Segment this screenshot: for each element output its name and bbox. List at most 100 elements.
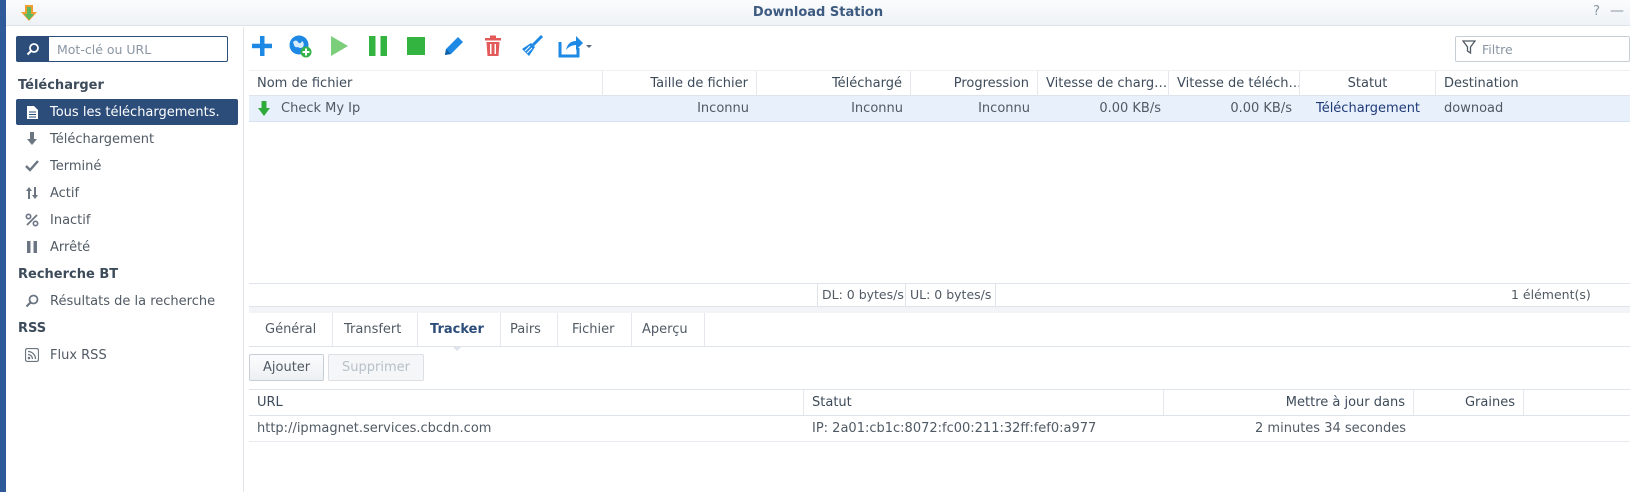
- column-header-download-speed[interactable]: Vitesse de téléch…: [1169, 71, 1300, 96]
- play-icon: [329, 35, 349, 61]
- arrow-down-icon: [24, 131, 40, 147]
- title-bar: Download Station ? —: [6, 0, 1630, 26]
- sidebar-item-active[interactable]: Actif: [16, 180, 238, 206]
- table-row[interactable]: Check My Ip Inconnu Inconnu Inconnu 0.00…: [249, 96, 1630, 122]
- section-recherche-bt: Recherche BT: [18, 267, 119, 282]
- magnifier-icon: [24, 293, 40, 309]
- stop-button[interactable]: [403, 35, 429, 61]
- column-header-url[interactable]: URL: [249, 390, 804, 415]
- column-header-update-in[interactable]: Mettre à jour dans: [1164, 390, 1414, 415]
- column-header-seeds[interactable]: Graines: [1414, 390, 1524, 415]
- status-bar: DL: 0 bytes/s UL: 0 bytes/s 1 élément(s): [249, 283, 1630, 307]
- sidebar-item-label: Terminé: [50, 158, 102, 174]
- column-header-name[interactable]: Nom de fichier: [249, 71, 603, 96]
- tab-transfer[interactable]: Transfert: [328, 313, 419, 346]
- add-button[interactable]: [249, 35, 275, 61]
- download-progress: Inconnu: [978, 101, 1030, 116]
- filter-input[interactable]: [1482, 41, 1622, 57]
- detail-tabs: Général Transfert Tracker Pairs Fichier …: [249, 313, 1630, 351]
- filter-box: [1455, 36, 1630, 62]
- sidebar-item-search-results[interactable]: Résultats de la recherche: [16, 288, 238, 314]
- tracker-status: IP: 2a01:cb1c:8072:fc00:211:32ff:fef0:a9…: [812, 421, 1097, 436]
- download-name-cell: Check My Ip: [249, 96, 603, 122]
- rss-icon: [24, 347, 40, 363]
- pause-icon: [24, 239, 40, 255]
- sidebar: Télécharger Tous les téléchargements. Té…: [6, 27, 244, 492]
- sidebar-item-finished[interactable]: Terminé: [16, 153, 238, 179]
- trash-icon: [484, 35, 502, 61]
- ul-speed: UL: 0 bytes/s: [905, 284, 997, 306]
- tracker-grid: URL Statut Mettre à jour dans Graines ht…: [249, 389, 1630, 449]
- tracker-update-in: 2 minutes 34 secondes: [1255, 421, 1406, 436]
- download-status: Téléchargement: [1315, 101, 1421, 116]
- download-download-speed: 0.00 KB/s: [1230, 101, 1292, 116]
- section-telecharger: Télécharger: [18, 78, 104, 93]
- table-row[interactable]: http://ipmagnet.services.cbcdn.com IP: 2…: [249, 416, 1630, 442]
- column-header-upload-speed[interactable]: Vitesse de charg…: [1038, 71, 1169, 96]
- download-downloaded: Inconnu: [851, 101, 903, 116]
- column-header-status[interactable]: Statut: [1300, 71, 1436, 96]
- delete-button[interactable]: [480, 35, 506, 61]
- green-arrow-down-icon: [257, 101, 273, 117]
- column-header-downloaded[interactable]: Téléchargé: [757, 71, 911, 96]
- column-header-progress[interactable]: Progression: [911, 71, 1038, 96]
- pause-button[interactable]: [365, 35, 391, 61]
- main-panel: Nom de fichier Taille de fichier Télécha…: [245, 27, 1630, 492]
- add-url-button[interactable]: [287, 35, 313, 61]
- tab-tracker[interactable]: Tracker: [414, 313, 501, 351]
- column-header-tracker-status[interactable]: Statut: [804, 390, 1164, 415]
- tab-peers[interactable]: Pairs: [494, 313, 558, 346]
- tab-general[interactable]: Général: [249, 313, 334, 346]
- sidebar-item-label: Tous les téléchargements.: [50, 104, 220, 120]
- section-rss: RSS: [18, 321, 47, 336]
- pause-icon: [368, 35, 388, 61]
- minimize-icon[interactable]: —: [1610, 3, 1624, 19]
- column-header-size[interactable]: Taille de fichier: [603, 71, 757, 96]
- tab-preview[interactable]: Aperçu: [626, 313, 705, 346]
- tab-file[interactable]: Fichier: [556, 313, 632, 346]
- resume-button[interactable]: [326, 35, 352, 61]
- clear-button[interactable]: [519, 34, 545, 62]
- downloads-header: Nom de fichier Taille de fichier Télécha…: [249, 70, 1630, 96]
- help-icon[interactable]: ?: [1593, 4, 1600, 19]
- column-header-destination[interactable]: Destination: [1436, 71, 1630, 96]
- stop-icon: [406, 36, 426, 60]
- sidebar-item-downloading[interactable]: Téléchargement: [16, 126, 238, 152]
- up-down-arrows-icon: [24, 185, 40, 201]
- tracker-url: http://ipmagnet.services.cbcdn.com: [257, 421, 492, 436]
- sidebar-item-label: Flux RSS: [50, 347, 107, 363]
- checkmark-icon: [24, 158, 40, 174]
- toolbar: [245, 27, 1630, 67]
- download-name: Check My Ip: [281, 101, 361, 116]
- window-title: Download Station: [752, 5, 884, 20]
- edit-button[interactable]: [441, 35, 467, 61]
- plus-icon: [251, 35, 273, 61]
- sidebar-item-rss-feeds[interactable]: Flux RSS: [16, 342, 238, 368]
- percent-icon: [24, 212, 40, 228]
- downloads-grid: Nom de fichier Taille de fichier Télécha…: [249, 70, 1630, 310]
- download-upload-speed: 0.00 KB/s: [1099, 101, 1161, 116]
- search-icon[interactable]: [17, 37, 49, 61]
- sidebar-item-label: Résultats de la recherche: [50, 293, 216, 309]
- download-destination: downoad: [1444, 101, 1504, 116]
- download-size: Inconnu: [697, 101, 749, 116]
- sidebar-item-label: Téléchargement: [50, 131, 155, 147]
- tracker-seeds: [1414, 416, 1524, 442]
- sidebar-item-stopped[interactable]: Arrêté: [16, 234, 238, 260]
- search-box: [16, 36, 228, 62]
- broom-icon: [520, 34, 544, 62]
- item-count: 1 élément(s): [1511, 287, 1591, 302]
- search-input[interactable]: [49, 38, 225, 60]
- sidebar-item-inactive[interactable]: Inactif: [16, 207, 238, 233]
- pencil-icon: [443, 35, 465, 61]
- share-button[interactable]: [557, 35, 593, 61]
- tracker-header: URL Statut Mettre à jour dans Graines: [249, 389, 1630, 416]
- sidebar-item-label: Inactif: [50, 212, 91, 228]
- document-icon: [24, 104, 40, 120]
- sidebar-item-all-downloads[interactable]: Tous les téléchargements.: [16, 99, 238, 125]
- share-icon: [558, 34, 592, 62]
- remove-tracker-button[interactable]: Supprimer: [328, 354, 424, 381]
- sidebar-item-label: Arrêté: [50, 239, 91, 255]
- add-tracker-button[interactable]: Ajouter: [249, 354, 325, 381]
- dl-speed: DL: 0 bytes/s: [817, 284, 908, 306]
